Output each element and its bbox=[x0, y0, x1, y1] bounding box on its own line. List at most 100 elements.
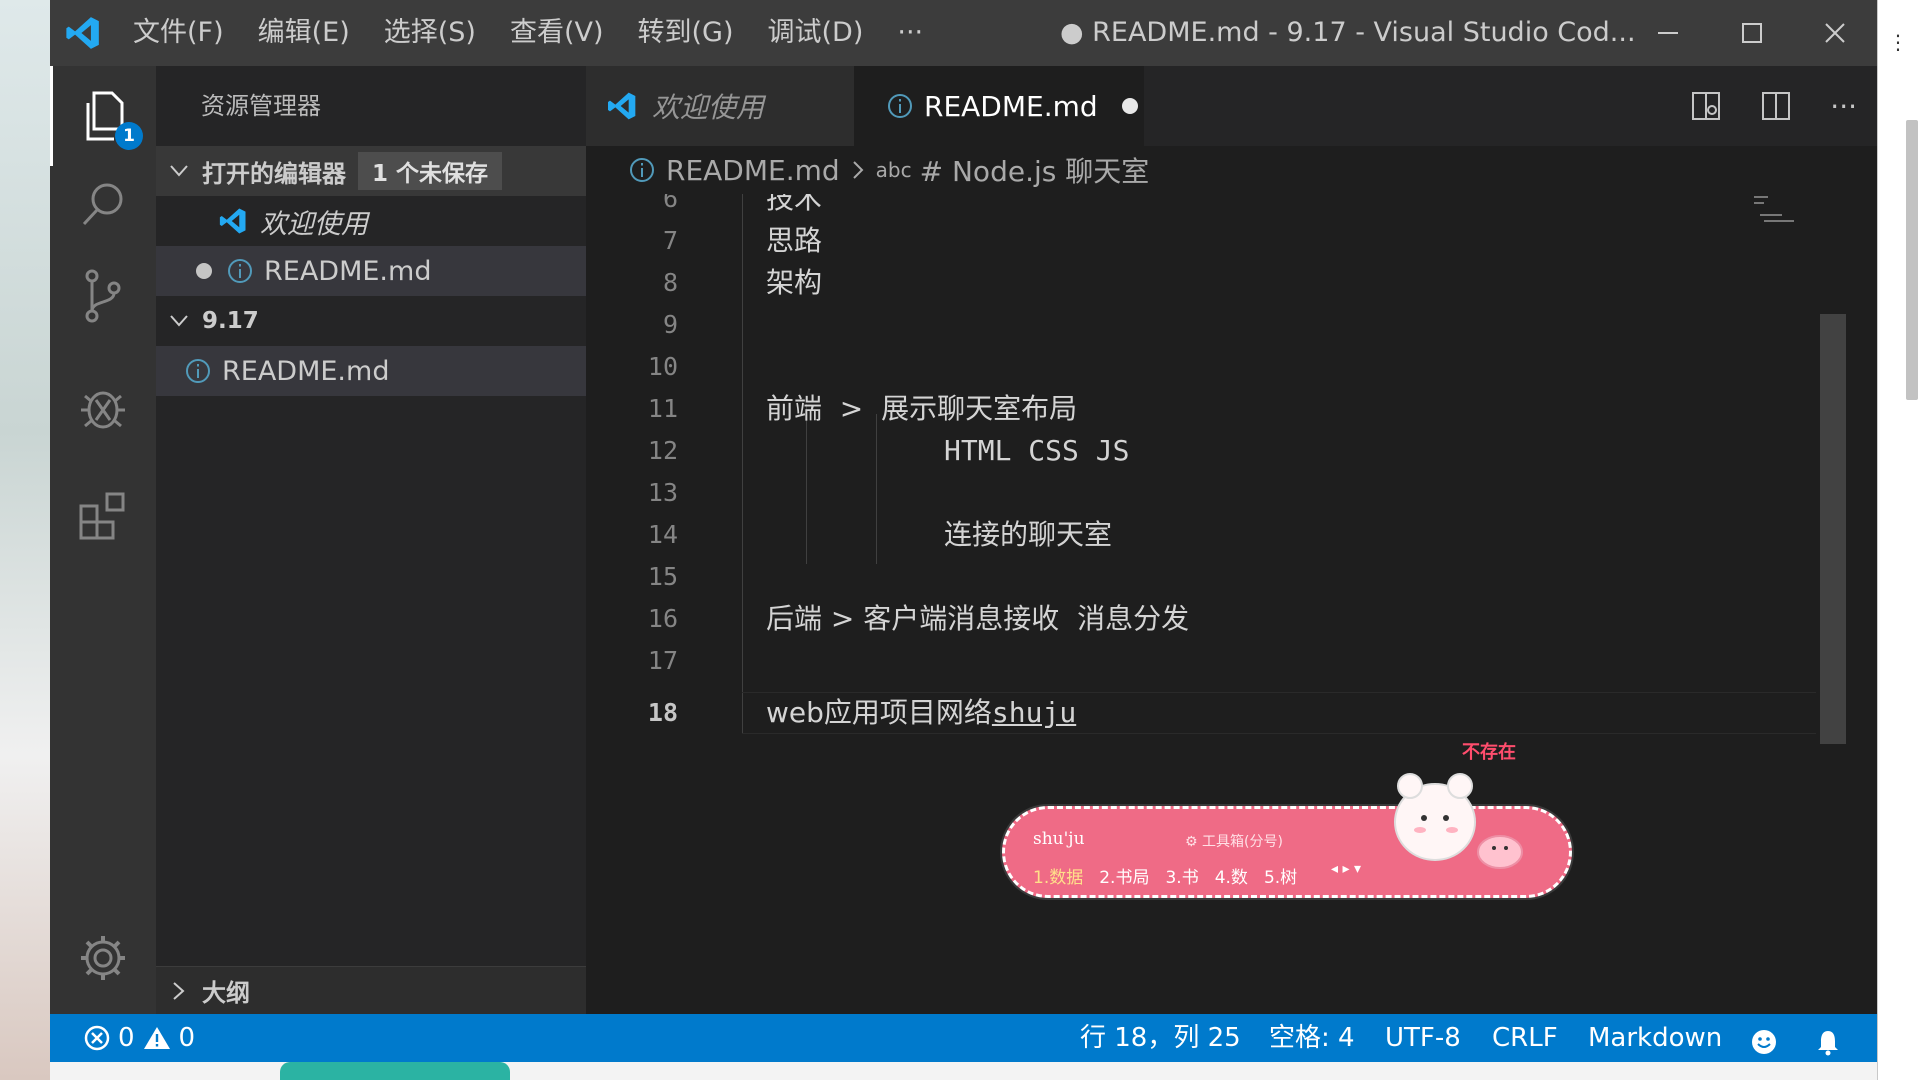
unsaved-count-badge: 1 个未保存 bbox=[358, 152, 503, 190]
open-editor-item-welcome[interactable]: 欢迎使用 bbox=[156, 196, 586, 246]
settings-gear-icon[interactable] bbox=[50, 908, 156, 1008]
menu-more[interactable]: ··· bbox=[880, 0, 940, 66]
open-editors-label: 打开的编辑器 bbox=[202, 159, 346, 188]
extensions-icon[interactable] bbox=[50, 466, 156, 566]
explorer-icon[interactable]: 1 bbox=[50, 66, 156, 166]
source-control-icon[interactable] bbox=[50, 246, 156, 346]
open-editor-item-readme[interactable]: README.md bbox=[156, 246, 586, 296]
open-preview-icon[interactable] bbox=[1690, 90, 1722, 122]
minimap[interactable] bbox=[1752, 194, 1802, 234]
taskbar-tab[interactable] bbox=[280, 1062, 510, 1080]
line-ending[interactable]: CRLF bbox=[1492, 1014, 1558, 1062]
status-bar: 0 0 行 18，列 25 空格: 4 UTF-8 CRLF Markdown bbox=[50, 1014, 1877, 1062]
tab-readme[interactable]: README.md bbox=[854, 66, 1144, 146]
ime-candidate[interactable]: 4.数 bbox=[1215, 863, 1248, 888]
menu-selection[interactable]: 选择(S) bbox=[367, 0, 493, 66]
line-number: 10 bbox=[647, 352, 678, 381]
line-number: 14 bbox=[647, 520, 678, 549]
explorer-badge: 1 bbox=[115, 122, 143, 150]
background-window-edge: ⋮ bbox=[1877, 0, 1920, 1080]
editor-tabs: 欢迎使用 README.md ··· bbox=[586, 66, 1877, 146]
editor-scrollbar-thumb[interactable] bbox=[1820, 314, 1846, 744]
outline-section-header[interactable]: 大纲 bbox=[156, 966, 586, 1014]
warning-icon bbox=[143, 1027, 170, 1049]
indentation[interactable]: 空格: 4 bbox=[1269, 1014, 1355, 1062]
error-icon bbox=[84, 1025, 110, 1051]
folder-label: 9.17 bbox=[202, 308, 259, 334]
symbol-string-icon: abc bbox=[875, 158, 912, 182]
notifications-bell-icon[interactable] bbox=[1814, 1024, 1842, 1062]
line-text-committed: web应用项目网络 bbox=[766, 696, 992, 729]
ime-candidate[interactable]: 5.树 bbox=[1264, 863, 1297, 888]
breadcrumb-file[interactable]: README.md bbox=[666, 154, 840, 187]
code-line: 15 bbox=[586, 556, 1816, 598]
file-item-readme[interactable]: README.md bbox=[156, 346, 586, 396]
split-editor-icon[interactable] bbox=[1760, 90, 1792, 122]
file-label: README.md bbox=[222, 355, 390, 387]
ime-candidate[interactable]: 1.数据 bbox=[1033, 863, 1083, 888]
code-line: 10 bbox=[586, 346, 1816, 388]
menu-go[interactable]: 转到(G) bbox=[621, 0, 751, 66]
problems-indicator[interactable]: 0 0 bbox=[84, 1014, 195, 1062]
code-line: 17 bbox=[586, 640, 1816, 682]
info-icon bbox=[886, 92, 914, 120]
menu-bar: 文件(F) 编辑(E) 选择(S) 查看(V) 转到(G) 调试(D) ··· bbox=[116, 0, 940, 66]
ime-candidate[interactable]: 2.书局 bbox=[1099, 863, 1149, 888]
ime-page-arrows-icon[interactable]: ◂ ▸ ▾ bbox=[1331, 861, 1361, 877]
info-icon bbox=[628, 156, 656, 184]
unsaved-dot-icon[interactable] bbox=[1121, 98, 1138, 114]
line-text: 架构 bbox=[766, 266, 823, 299]
info-icon bbox=[226, 257, 254, 285]
menu-debug[interactable]: 调试(D) bbox=[751, 0, 881, 66]
debug-icon[interactable] bbox=[50, 358, 156, 458]
feedback-smiley-icon[interactable] bbox=[1750, 1024, 1778, 1062]
unsaved-dot-icon bbox=[196, 263, 212, 279]
vscode-logo-icon bbox=[218, 206, 248, 236]
line-number: 9 bbox=[662, 310, 678, 339]
tab-label: README.md bbox=[924, 89, 1098, 123]
more-icon[interactable]: ⋮ bbox=[1888, 30, 1908, 54]
line-text: 后端 > 客户端消息接收 消息分发 bbox=[766, 602, 1190, 635]
encoding[interactable]: UTF-8 bbox=[1385, 1014, 1461, 1062]
code-line: 12 HTML CSS JS bbox=[586, 430, 1816, 472]
minimize-icon[interactable] bbox=[1623, 0, 1713, 66]
menu-file[interactable]: 文件(F) bbox=[116, 0, 241, 66]
line-text: HTML CSS JS bbox=[944, 434, 1130, 467]
tab-welcome[interactable]: 欢迎使用 bbox=[586, 66, 854, 146]
window-title: ● README.md - 9.17 - Visual Studio Cod..… bbox=[1060, 17, 1636, 48]
code-line: 11 前端 > 展示聊天室布局 bbox=[586, 388, 1816, 430]
search-icon[interactable] bbox=[50, 154, 156, 254]
breadcrumb: README.md abc # Node.js 聊天室 bbox=[586, 146, 1877, 194]
open-editor-label: README.md bbox=[264, 255, 432, 287]
outline-label: 大纲 bbox=[202, 979, 250, 1007]
code-line-current: 18 web应用项目网络shuju bbox=[586, 692, 1816, 734]
cursor-position[interactable]: 行 18，列 25 bbox=[1080, 1014, 1241, 1062]
tab-label: 欢迎使用 bbox=[652, 91, 765, 124]
background-scrollbar[interactable] bbox=[1906, 120, 1918, 400]
language-mode[interactable]: Markdown bbox=[1588, 1014, 1722, 1062]
line-number: 12 bbox=[647, 436, 678, 465]
ime-toolbox-hint[interactable]: ⚙ 工具箱(分号) bbox=[1185, 831, 1283, 851]
open-editors-header[interactable]: 打开的编辑器 1 个未保存 bbox=[156, 146, 586, 196]
sidebar-title: 资源管理器 bbox=[201, 92, 321, 120]
ime-candidate[interactable]: 3.书 bbox=[1165, 863, 1198, 888]
menu-view[interactable]: 查看(V) bbox=[493, 0, 621, 66]
editor-actions: ··· bbox=[1690, 66, 1857, 146]
ime-pinyin-input: shu'ju bbox=[1033, 829, 1085, 849]
ime-composition-text: shuju bbox=[991, 696, 1077, 729]
code-line: 9 bbox=[586, 304, 1816, 346]
line-text: 连接的聊天室 bbox=[944, 518, 1113, 551]
chevron-down-icon bbox=[156, 314, 202, 328]
taskbar-strip bbox=[50, 1062, 1877, 1080]
line-text: 前端 > 展示聊天室布局 bbox=[766, 392, 1078, 425]
ime-toolbox-label: 工具箱(分号) bbox=[1202, 834, 1283, 850]
code-line: 7 思路 bbox=[586, 220, 1816, 262]
more-actions-icon[interactable]: ··· bbox=[1830, 90, 1857, 123]
breadcrumb-symbol[interactable]: # Node.js 聊天室 bbox=[920, 150, 1150, 190]
chevron-right-icon bbox=[852, 154, 864, 187]
close-icon[interactable] bbox=[1790, 0, 1877, 66]
menu-edit[interactable]: 编辑(E) bbox=[241, 0, 367, 66]
maximize-icon[interactable] bbox=[1707, 0, 1797, 66]
bear-mascot-icon bbox=[1394, 773, 1523, 869]
folder-header[interactable]: 9.17 bbox=[156, 296, 586, 346]
